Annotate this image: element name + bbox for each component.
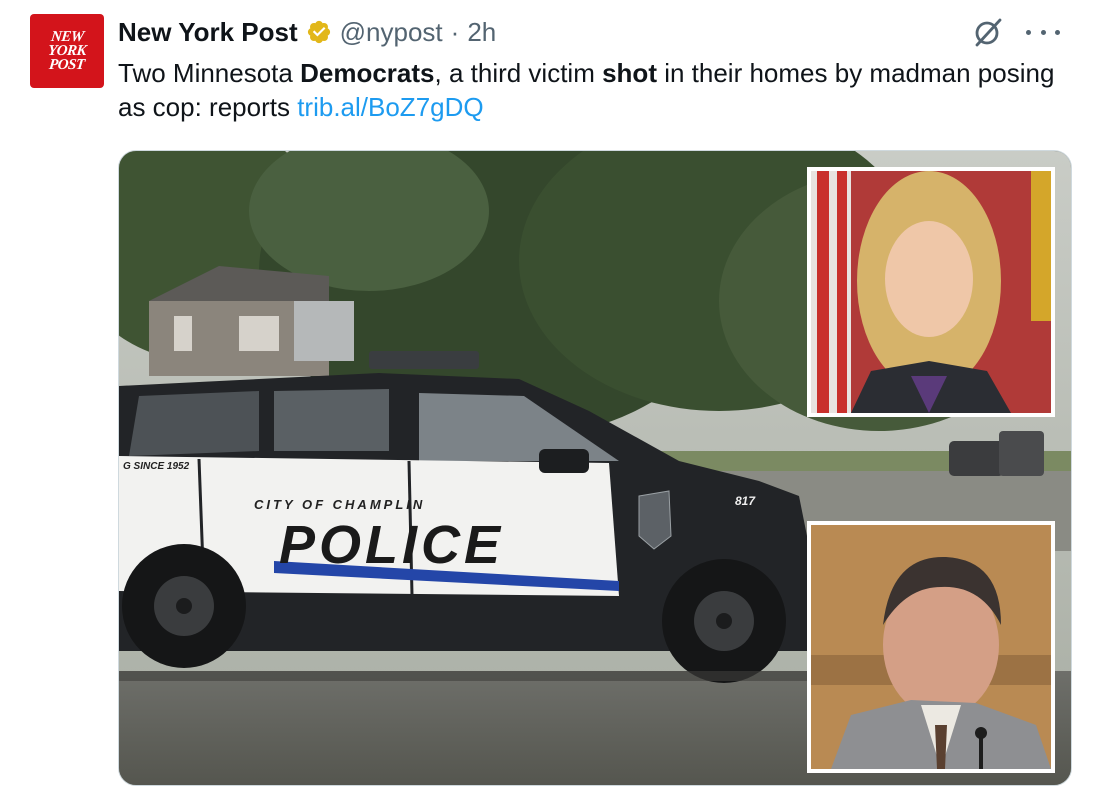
more-dot-icon	[1026, 29, 1031, 35]
more-dots-icon[interactable]	[1026, 16, 1060, 48]
grok-icon[interactable]	[972, 16, 1004, 48]
more-dot-icon	[1055, 29, 1060, 35]
tweet-text-part: Two Minnesota	[118, 58, 301, 88]
avatar-line-1: NEW	[49, 29, 85, 45]
tweet-media-image[interactable]: CITY OF CHAMPLIN POLICE G SINCE 1952 817	[118, 150, 1072, 786]
avatar-line-2: YORK	[47, 43, 87, 59]
car-police-text: POLICE	[279, 515, 504, 575]
car-since-text: G SINCE 1952	[123, 461, 190, 472]
author-avatar[interactable]: NEW YORK POST	[30, 14, 104, 88]
tweet-link[interactable]: trib.al/BoZ7gDQ	[297, 92, 483, 122]
tweet-text-bold-democrats: Democrats	[300, 58, 435, 88]
tweet-header: New York Post @nypost · 2h	[118, 14, 496, 50]
more-dot-icon	[1040, 29, 1046, 35]
inset-portrait-woman	[807, 167, 1055, 417]
author-name[interactable]: New York Post	[118, 17, 298, 48]
car-unit-text: 817	[735, 494, 756, 508]
tweet: NEW YORK POST New York Post @nypost · 2h…	[0, 0, 1100, 792]
author-handle[interactable]: @nypost	[340, 17, 443, 48]
post-time[interactable]: 2h	[467, 17, 496, 48]
tweet-text-part: , a third victim	[434, 58, 603, 88]
portrait-man-image	[811, 525, 1051, 769]
tweet-text-bold-shot: shot	[602, 58, 657, 88]
inset-portrait-man	[807, 521, 1055, 773]
header-separator: ·	[450, 16, 460, 47]
car-city-text: CITY OF CHAMPLIN	[254, 497, 425, 512]
header-actions	[972, 16, 1060, 48]
tweet-text: Two Minnesota Democrats, a third victim …	[118, 56, 1068, 124]
avatar-line-3: POST	[48, 57, 86, 73]
portrait-woman-image	[811, 171, 1051, 413]
verified-badge-icon[interactable]	[306, 19, 332, 45]
